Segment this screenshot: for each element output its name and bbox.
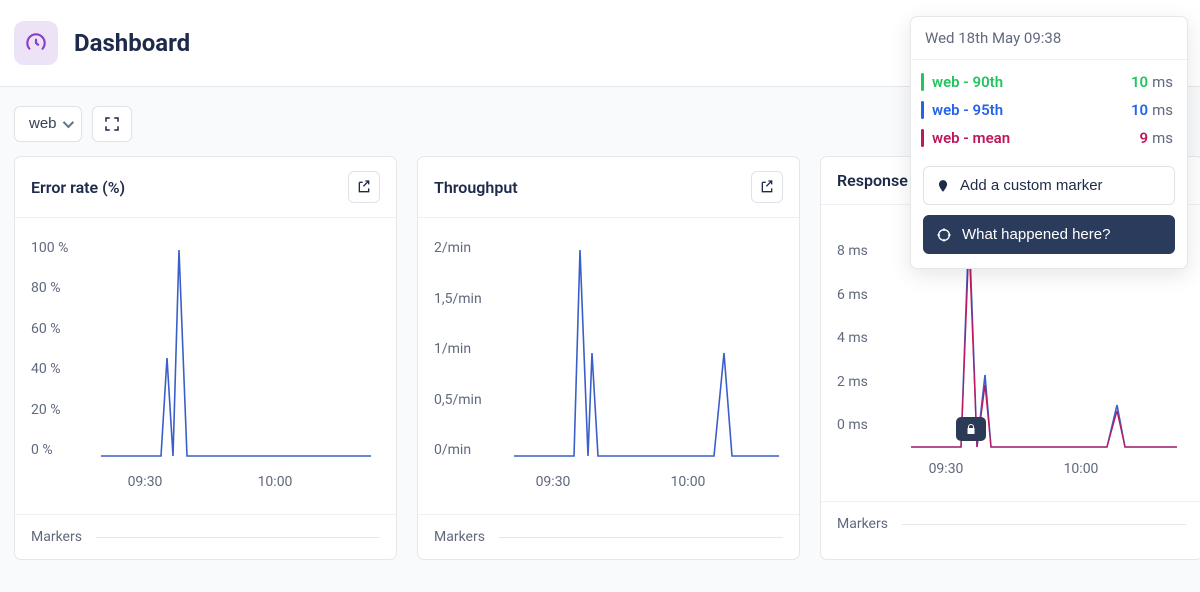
fullscreen-icon	[103, 115, 121, 133]
fullscreen-button[interactable]	[92, 106, 132, 142]
what-happened-button[interactable]: What happened here?	[923, 215, 1175, 254]
series-value: 9	[1140, 129, 1149, 147]
series-color-swatch	[921, 101, 924, 119]
markers-line	[96, 537, 380, 538]
namespace-selector[interactable]: web	[14, 106, 82, 142]
panel-action-button[interactable]	[348, 171, 380, 203]
export-icon	[356, 179, 372, 195]
markers-label: Markers	[837, 516, 888, 532]
tooltip-row: web - 90th 10 ms	[921, 68, 1173, 96]
chart-tooltip: Wed 18th May 09:38 web - 90th 10 ms web …	[910, 16, 1188, 269]
namespace-selector-label: web	[29, 115, 57, 132]
markers-row: Markers	[15, 514, 396, 559]
panel-title: Error rate (%)	[31, 178, 125, 197]
series-name: web - mean	[932, 129, 1010, 147]
what-happened-label: What happened here?	[962, 226, 1110, 243]
lock-badge[interactable]	[956, 417, 986, 441]
add-custom-marker-label: Add a custom marker	[960, 177, 1103, 194]
dashboard-icon	[14, 21, 58, 65]
panel-title: Throughput	[434, 178, 518, 197]
series-unit: ms	[1152, 129, 1173, 147]
page-title: Dashboard	[74, 29, 190, 57]
crosshair-icon	[936, 227, 952, 243]
series-name: web - 90th	[932, 73, 1003, 91]
chart-svg	[31, 238, 381, 468]
panel-throughput: Throughput 2/min 1,5/min 1/min 0,5/min 0…	[417, 156, 800, 560]
series-color-swatch	[921, 129, 924, 147]
series-unit: ms	[1152, 101, 1173, 119]
markers-line	[499, 537, 783, 538]
markers-row: Markers	[821, 501, 1200, 546]
chart[interactable]: 2/min 1,5/min 1/min 0,5/min 0/min 09:30 …	[418, 218, 799, 514]
markers-label: Markers	[434, 529, 485, 545]
export-icon	[759, 179, 775, 195]
markers-label: Markers	[31, 529, 82, 545]
add-custom-marker-button[interactable]: Add a custom marker	[923, 166, 1175, 205]
series-value: 10	[1131, 73, 1148, 91]
map-pin-icon	[936, 179, 950, 193]
tooltip-row: web - mean 9 ms	[921, 124, 1173, 152]
tooltip-series-list: web - 90th 10 ms web - 95th 10 ms web - …	[911, 60, 1187, 160]
markers-line	[902, 524, 1186, 525]
series-name: web - 95th	[932, 101, 1003, 119]
tooltip-row: web - 95th 10 ms	[921, 96, 1173, 124]
panel-action-button[interactable]	[751, 171, 783, 203]
series-value: 10	[1131, 101, 1148, 119]
series-unit: ms	[1152, 73, 1173, 91]
chart-svg	[434, 238, 784, 468]
series-color-swatch	[921, 73, 924, 91]
markers-row: Markers	[418, 514, 799, 559]
tooltip-timestamp: Wed 18th May 09:38	[911, 17, 1187, 60]
chart[interactable]: 100 % 80 % 60 % 40 % 20 % 0 % 09:30 10:0…	[15, 218, 396, 514]
chevron-down-icon	[62, 116, 73, 127]
lock-icon	[965, 423, 977, 435]
panel-error-rate: Error rate (%) 100 % 80 % 60 % 40 % 20 %…	[14, 156, 397, 560]
